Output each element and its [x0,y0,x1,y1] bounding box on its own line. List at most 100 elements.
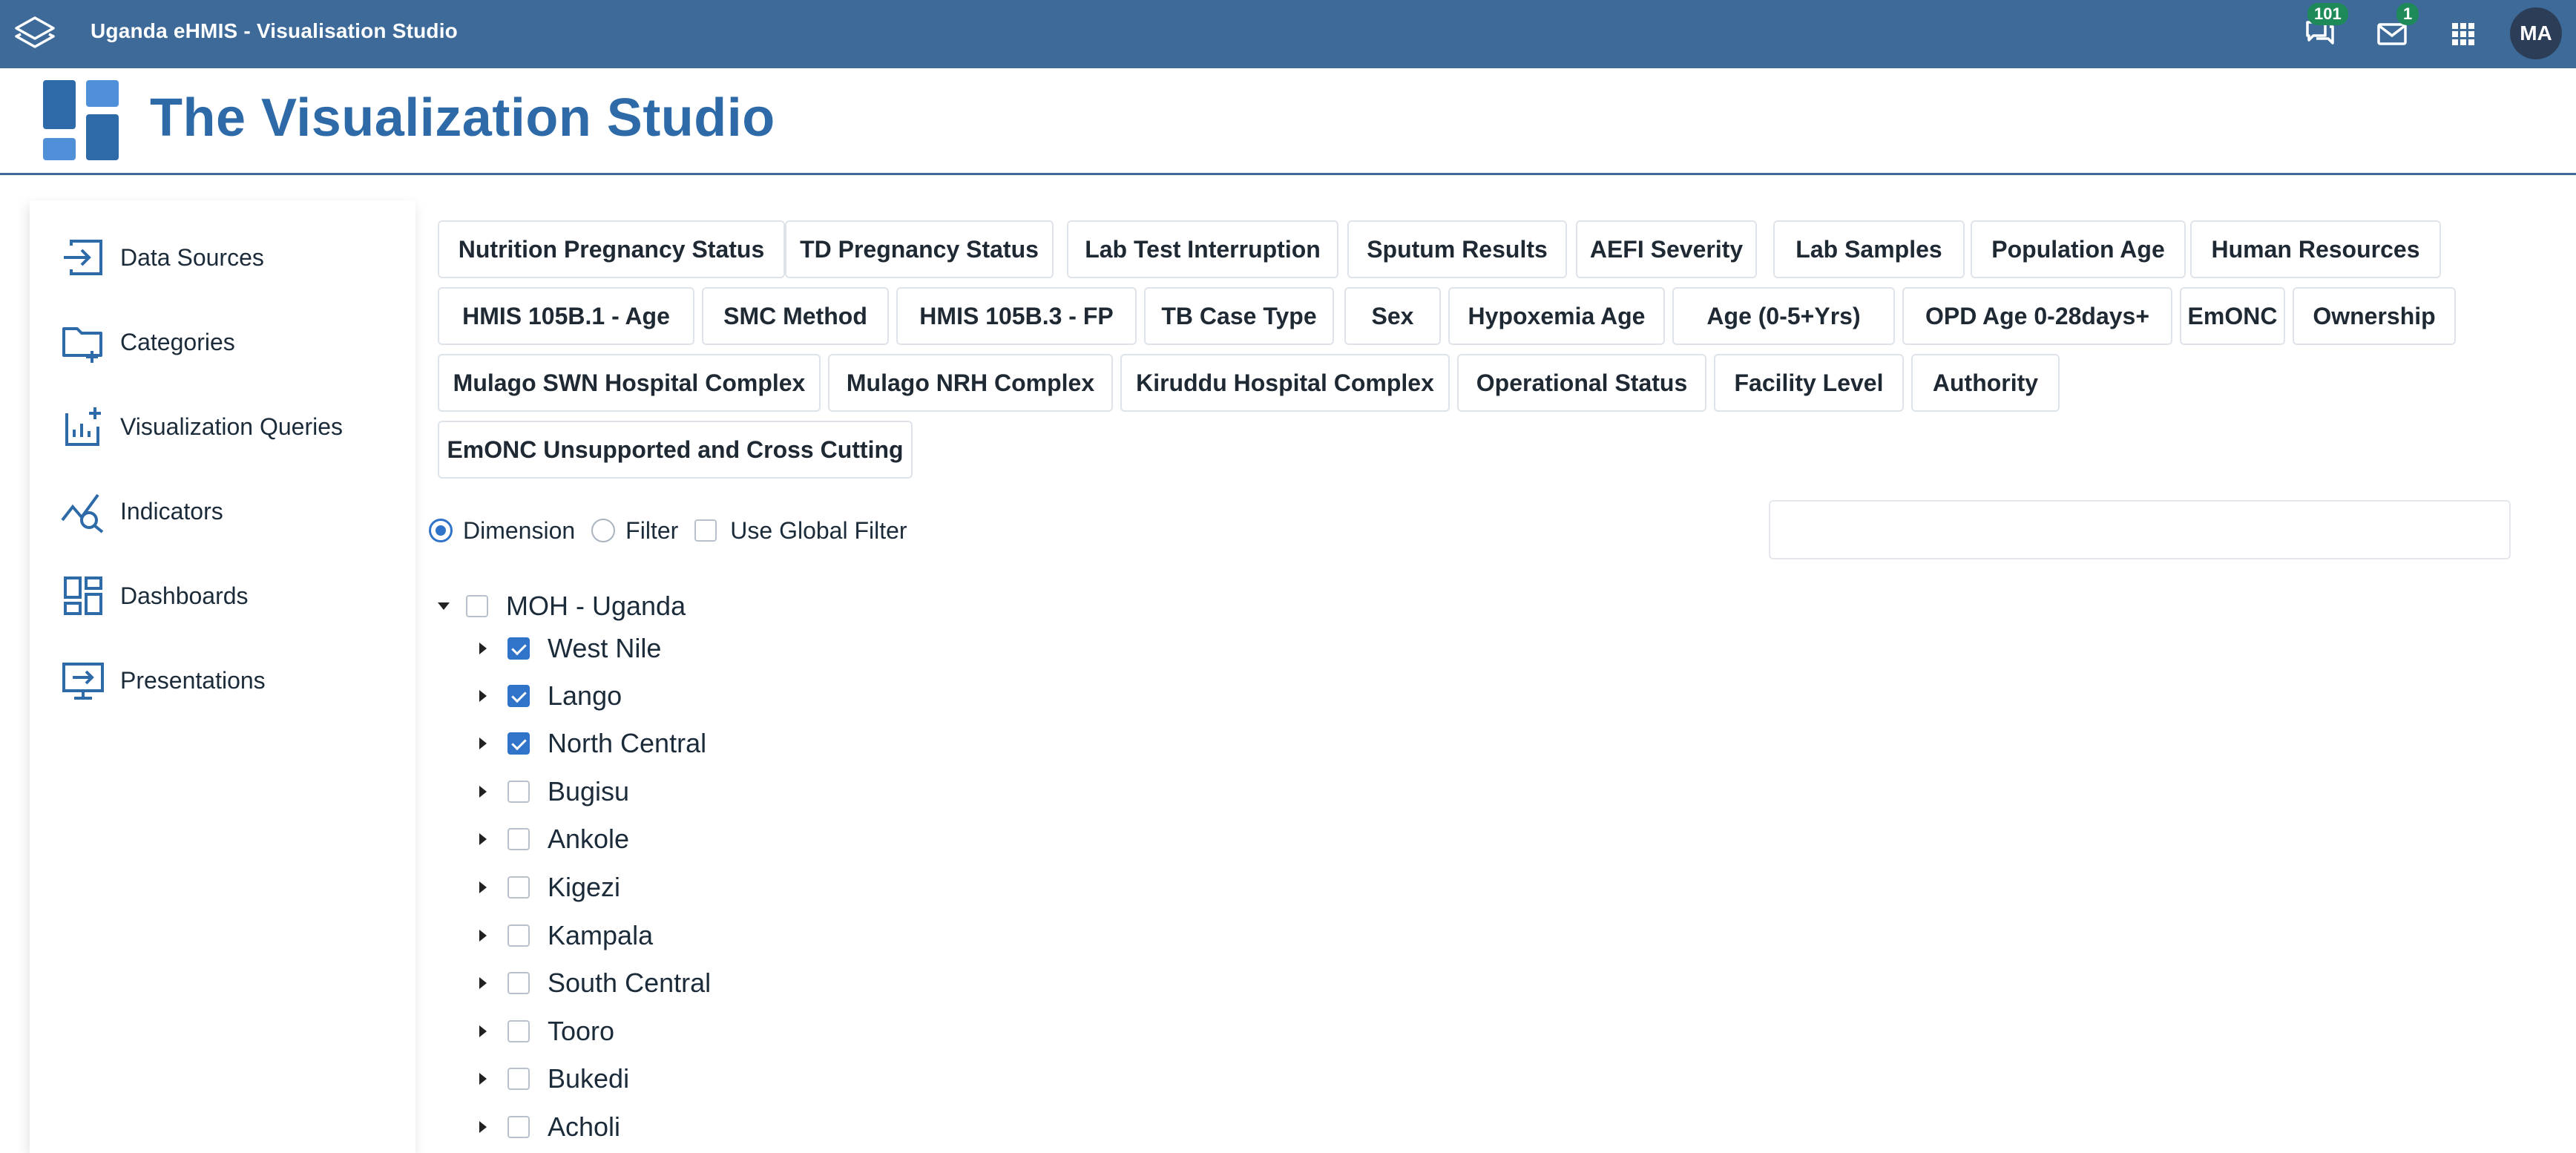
tree-checkbox[interactable] [507,781,530,803]
expand-toggle-icon[interactable] [438,602,450,610]
tree-checkbox[interactable] [507,1116,530,1138]
tree-checkbox[interactable] [507,637,530,660]
sidebar-item-data-sources[interactable]: Data Sources [59,231,408,283]
category-chip[interactable]: EmONC Unsupported and Cross Cutting [438,421,913,479]
category-chip[interactable]: SMC Method [702,287,889,345]
login-arrow-icon [64,240,102,275]
category-chip[interactable]: Sex [1344,287,1441,345]
sidebar-item-categories[interactable]: Categories [59,316,408,368]
category-chip[interactable]: OPD Age 0-28days+ [1902,287,2172,345]
tree-checkbox[interactable] [507,924,530,947]
sidebar-item-presentations[interactable]: Presentations [59,654,408,706]
category-chip[interactable]: HMIS 105B.3 - FP [896,287,1137,345]
app-logo-icon[interactable] [13,13,56,55]
tree-checkbox[interactable] [507,828,530,850]
category-chip[interactable]: Human Resources [2190,220,2441,278]
category-chip[interactable]: Mulago NRH Complex [828,354,1113,412]
tree-node[interactable]: Kigezi [479,869,620,906]
tree-checkbox[interactable] [507,732,530,755]
tree-node[interactable]: Ankole [479,821,629,858]
tree-node-label: West Nile [548,633,662,663]
tree-checkbox[interactable] [507,685,530,707]
tree-node[interactable]: Lango [479,677,622,715]
tree-checkbox[interactable] [507,1068,530,1090]
category-chip[interactable]: Kiruddu Hospital Complex [1120,354,1450,412]
tree-node[interactable]: Bugisu [479,773,629,810]
tree-checkbox[interactable] [507,876,530,899]
sidebar-item-label: Visualization Queries [120,413,344,440]
dimension-radio[interactable] [429,519,453,542]
expand-toggle-icon[interactable] [479,690,487,702]
category-chip[interactable]: Authority [1911,354,2060,412]
tree-node-label: Bugisu [548,776,630,807]
category-chip[interactable]: TD Pregnancy Status [785,220,1054,278]
expand-toggle-icon[interactable] [479,1025,487,1037]
tree-checkbox[interactable] [466,595,488,617]
category-chip[interactable]: HMIS 105B.1 - Age [438,287,694,345]
category-chip[interactable]: Age (0-5+Yrs) [1672,287,1895,345]
tree-node-label: Kampala [548,920,654,950]
expand-toggle-icon[interactable] [479,786,487,798]
category-chip[interactable]: Facility Level [1714,354,1904,412]
tree-node-label: North Central [548,728,707,758]
sidebar-item-dashboards[interactable]: Dashboards [59,570,408,622]
category-chip[interactable]: EmONC [2180,287,2285,345]
tree-node[interactable]: Tooro [479,1013,614,1050]
dimension-radio-label[interactable]: Dimension [463,517,575,545]
tree-node-label: South Central [548,968,712,998]
category-chip[interactable]: Sputum Results [1347,220,1567,278]
apps-grid-icon[interactable] [2445,16,2481,52]
sidebar-item-label: Indicators [120,497,223,525]
category-chip[interactable]: AEFI Severity [1576,220,1757,278]
category-chip[interactable]: Operational Status [1457,354,1706,412]
user-avatar[interactable]: MA [2510,7,2562,59]
category-chip[interactable]: Mulago SWN Hospital Complex [438,354,821,412]
messages-count-badge: 101 [2307,3,2348,25]
category-chip[interactable]: TB Case Type [1144,287,1334,345]
category-chip[interactable]: Ownership [2293,287,2456,345]
dashboard-grid-icon [64,576,102,615]
sidebar-nav: Data Sources Categories Visualization Qu… [30,200,415,1153]
folder-plus-icon [62,327,102,363]
use-global-filter-checkbox[interactable] [694,519,717,542]
category-chip[interactable]: Population Age [1971,220,2186,278]
tree-node-label: Kigezi [548,872,621,902]
tree-root-node[interactable]: MOH - Uganda [438,588,686,625]
sidebar-item-indicators[interactable]: Indicators [59,485,408,537]
category-chip[interactable]: Nutrition Pregnancy Status [438,220,785,278]
category-chip[interactable]: Lab Samples [1773,220,1965,278]
filter-radio[interactable] [591,519,616,542]
expand-toggle-icon[interactable] [479,738,487,749]
category-chip[interactable]: Hypoxemia Age [1448,287,1665,345]
expand-toggle-icon[interactable] [479,833,487,845]
page-title: The Visualization Studio [150,88,775,148]
tree-node[interactable]: Kampala [479,917,653,954]
tree-node[interactable]: Bukedi [479,1060,629,1097]
sidebar-item-label: Dashboards [120,582,249,609]
presentation-screen-icon [62,663,104,700]
chart-add-icon [65,407,101,446]
tree-checkbox[interactable] [507,972,530,994]
expand-toggle-icon[interactable] [479,1073,487,1085]
expand-toggle-icon[interactable] [479,1121,487,1133]
tree-node[interactable]: Acholi [479,1108,620,1146]
tree-node[interactable]: South Central [479,965,711,1002]
expand-toggle-icon[interactable] [479,881,487,893]
expand-toggle-icon[interactable] [479,977,487,989]
sidebar-item-label: Data Sources [120,243,264,271]
tree-checkbox[interactable] [507,1020,530,1042]
app-title: Uganda eHMIS - Visualisation Studio [91,19,458,42]
category-chip[interactable]: Lab Test Interruption [1067,220,1338,278]
filter-radio-label[interactable]: Filter [625,517,678,545]
tree-node-label: Bukedi [548,1063,630,1094]
use-global-filter-label[interactable]: Use Global Filter [730,517,907,545]
search-input[interactable] [1769,500,2511,559]
top-app-bar: Uganda eHMIS - Visualisation Studio 101 … [0,0,2576,68]
expand-toggle-icon[interactable] [479,930,487,942]
tree-node-label: MOH - Uganda [506,591,686,621]
sidebar-item-visualization-queries[interactable]: Visualization Queries [59,401,408,453]
tree-node[interactable]: West Nile [479,630,661,667]
tree-node[interactable]: North Central [479,725,706,762]
expand-toggle-icon[interactable] [479,643,487,654]
trend-search-icon [61,493,104,533]
